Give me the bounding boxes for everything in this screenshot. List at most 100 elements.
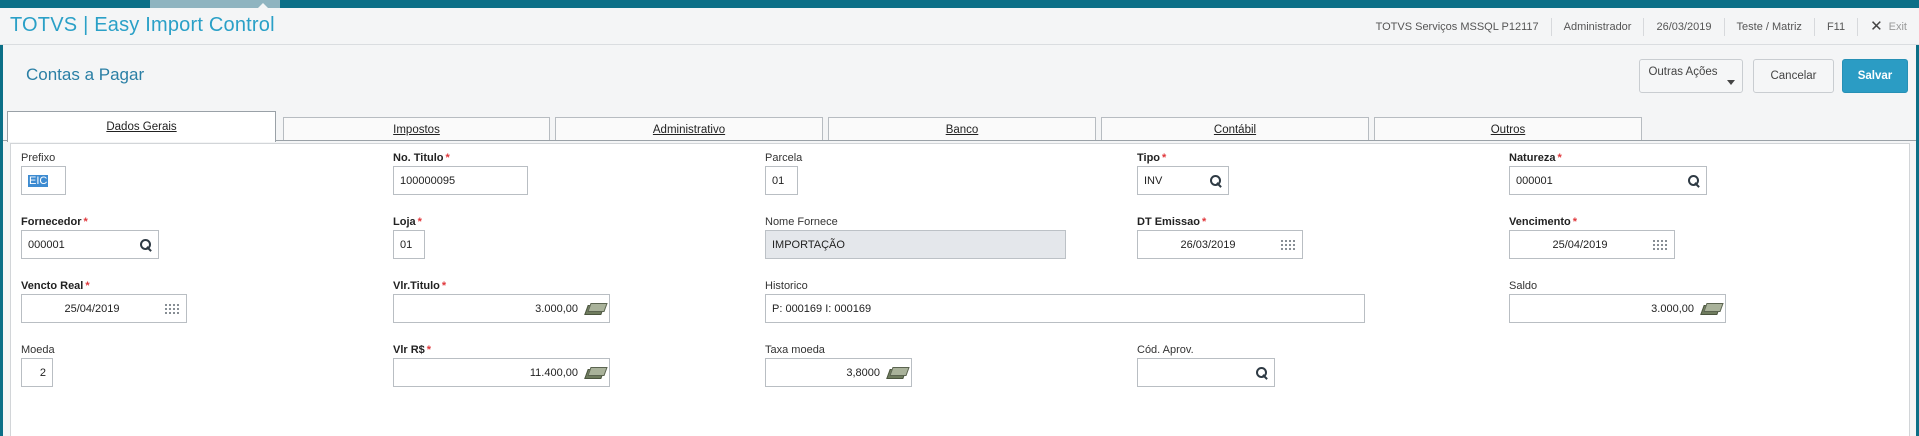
prefixo-value: EIC [28, 174, 49, 187]
parcela-input[interactable]: 01 [765, 166, 798, 195]
natureza-label: Natureza * [1509, 152, 1562, 164]
header-info: TOTVS Serviços MSSQL P12117 Administrado… [1364, 8, 1919, 45]
prefixo-input[interactable]: EIC [21, 166, 66, 195]
tab-impostos[interactable]: Impostos [283, 117, 550, 141]
vencto-real-input[interactable]: 25/04/2019 [21, 294, 187, 323]
form-panel: Prefixo EIC No. Titulo * 100000095 Parcel… [10, 143, 1910, 436]
tab-bar: Dados Gerais Impostos Administrativo Ban… [3, 104, 1916, 142]
app-header: TOTVS | Easy Import Control TOTVS Serviç… [0, 8, 1919, 45]
exit-label: Exit [1888, 20, 1907, 33]
tab-outros[interactable]: Outros [1374, 117, 1642, 141]
no-titulo-label: No. Titulo * [393, 152, 450, 164]
nome-fornece-label: Nome Fornece [765, 216, 838, 228]
taxa-moeda-input[interactable]: 3,8000 [765, 358, 912, 387]
nome-fornece-value: IMPORTAÇÃO [772, 238, 845, 251]
no-titulo-value: 100000095 [400, 174, 456, 187]
top-strip [0, 0, 1919, 8]
saldo-input[interactable]: 3.000,00 [1509, 294, 1726, 323]
cod-aprov-label: Cód. Aprov. [1137, 344, 1194, 356]
environment-label[interactable]: TOTVS Serviços MSSQL P12117 [1364, 18, 1551, 36]
no-titulo-input[interactable]: 100000095 [393, 166, 528, 195]
vencto-real-label: Vencto Real * [21, 280, 90, 292]
vencto-real-value: 25/04/2019 [64, 302, 120, 315]
required-mark: * [83, 216, 88, 228]
calendar-icon[interactable] [1652, 238, 1668, 251]
tipo-input[interactable]: INV [1137, 166, 1229, 195]
nome-fornece-input: IMPORTAÇÃO [765, 230, 1066, 259]
required-mark: * [426, 344, 432, 356]
save-button[interactable]: Salvar [1842, 59, 1908, 93]
tabs-divider [3, 140, 1916, 141]
moeda-input[interactable]: 2 [21, 358, 53, 387]
tab-administrativo[interactable]: Administrativo [555, 117, 823, 141]
close-icon: ✕ [1870, 18, 1883, 35]
natureza-input[interactable]: 000001 [1509, 166, 1707, 195]
required-mark: * [1572, 216, 1578, 228]
vencimento-label: Vencimento * [1509, 216, 1578, 228]
tab-contabil[interactable]: Contábil [1101, 117, 1369, 141]
moeda-label: Moeda [21, 344, 55, 356]
loja-label: Loja * [393, 216, 422, 228]
fornecedor-value: 000001 [28, 238, 65, 251]
calendar-icon[interactable] [1280, 238, 1296, 251]
title-bar: Contas a Pagar Outras Ações Cancelar Sal… [3, 45, 1916, 104]
loja-input[interactable]: 01 [393, 230, 425, 259]
tab-dados-gerais[interactable]: Dados Gerais [7, 111, 276, 142]
required-mark: * [85, 280, 90, 292]
loja-value: 01 [400, 238, 413, 251]
required-mark: * [445, 152, 450, 164]
required-mark: * [1557, 152, 1562, 164]
prefixo-label: Prefixo [21, 152, 56, 164]
money-icon[interactable] [586, 303, 603, 314]
other-actions-label: Outras Ações [1648, 66, 1718, 78]
cod-aprov-input[interactable] [1137, 358, 1275, 387]
tipo-value: INV [1144, 174, 1163, 187]
exit-button[interactable]: ✕ Exit [1857, 17, 1919, 36]
parcela-label: Parcela [765, 152, 803, 164]
required-mark: * [1162, 152, 1167, 164]
app-title: TOTVS | Easy Import Control [10, 14, 275, 36]
search-icon[interactable] [140, 238, 152, 251]
search-icon[interactable] [1210, 174, 1222, 187]
caret-down-icon [1727, 80, 1735, 85]
required-mark: * [1201, 216, 1207, 228]
search-icon[interactable] [1256, 366, 1268, 379]
taxa-moeda-value: 3,8000 [846, 366, 880, 379]
dt-emissao-input[interactable]: 26/03/2019 [1137, 230, 1303, 259]
taxa-moeda-label: Taxa moeda [765, 344, 825, 356]
money-icon[interactable] [586, 367, 603, 378]
calendar-icon[interactable] [164, 302, 180, 315]
fornecedor-input[interactable]: 000001 [21, 230, 159, 259]
page-title: Contas a Pagar [26, 65, 145, 84]
other-actions-button[interactable]: Outras Ações [1639, 59, 1743, 93]
historico-label: Historico [765, 280, 808, 292]
vlr-titulo-input[interactable]: 3.000,00 [393, 294, 610, 323]
required-mark: * [417, 216, 422, 228]
tab-banco[interactable]: Banco [828, 117, 1096, 141]
money-icon[interactable] [888, 367, 905, 378]
historico-value: P: 000169 I: 000169 [772, 302, 872, 315]
user-label[interactable]: Administrador [1550, 17, 1644, 36]
natureza-value: 000001 [1516, 174, 1553, 187]
help-key[interactable]: F11 [1813, 17, 1857, 36]
vlr-rs-label: Vlr R$ * [393, 344, 432, 356]
vlr-titulo-value: 3.000,00 [535, 302, 578, 315]
vlr-rs-input[interactable]: 11.400,00 [393, 358, 610, 387]
fornecedor-label: Fornecedor * [21, 216, 88, 228]
saldo-label: Saldo [1509, 280, 1538, 292]
search-icon[interactable] [1688, 174, 1700, 187]
required-mark: * [441, 280, 447, 292]
historico-input[interactable]: P: 000169 I: 000169 [765, 294, 1365, 323]
vencimento-value: 25/04/2019 [1552, 238, 1608, 251]
date-label[interactable]: 26/03/2019 [1643, 17, 1723, 36]
parcela-value: 01 [772, 174, 785, 187]
cancel-button[interactable]: Cancelar [1753, 59, 1834, 93]
company-label[interactable]: Teste / Matriz [1723, 17, 1814, 36]
moeda-value: 2 [39, 366, 46, 379]
money-icon[interactable] [1702, 303, 1719, 314]
tipo-label: Tipo * [1137, 152, 1167, 164]
app-window: TOTVS | Easy Import Control TOTVS Serviç… [0, 0, 1919, 436]
vlr-rs-value: 11.400,00 [529, 366, 578, 379]
vencimento-input[interactable]: 25/04/2019 [1509, 230, 1675, 259]
dt-emissao-label: DT Emissao * [1137, 216, 1207, 228]
